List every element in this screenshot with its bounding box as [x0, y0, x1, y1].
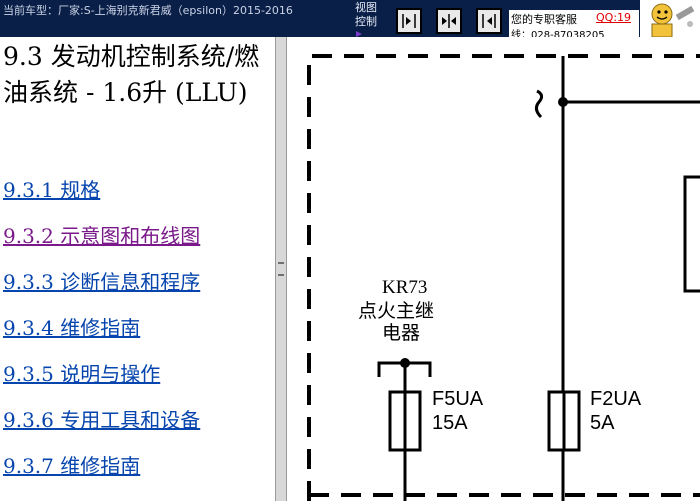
split-view-icon [442, 14, 456, 28]
module-boundary [307, 54, 700, 501]
component-box [683, 175, 700, 293]
fuse-f5ua-id: F5UA [432, 388, 484, 410]
fuse-f2ua-id: F2UA [590, 388, 642, 410]
toc-link-description-operation[interactable]: 9.3.5 说明与操作 [3, 358, 160, 387]
current-vehicle-label: 当前车型：厂家:S-上海别克新君威（epsilon）2015-2016 [3, 4, 293, 17]
toc-link-schematics[interactable]: 9.3.2 示意图和布线图 [3, 220, 200, 249]
fuse-f2ua-rating: 5A [590, 412, 615, 434]
customer-service-label: 您的专职客服 [511, 13, 577, 26]
phone-number: 线：028-87038205 [511, 30, 605, 37]
mascot-icon [640, 0, 700, 37]
relay-name-label-2: 电器 [382, 322, 420, 344]
customer-service-box: 您的专职客服 QQ:19 线：028-87038205 [509, 10, 639, 37]
splitter-grip-icon [278, 262, 284, 276]
pane-splitter[interactable] [275, 37, 287, 501]
nav-next-button[interactable] [476, 8, 502, 34]
fuse-f5ua-rating: 15A [432, 412, 468, 434]
wiring-diagram: KR73 点火主继 电器 F5UA 15A F2UA 5A [287, 37, 700, 501]
toc-link-repair-guide[interactable]: 9.3.4 维修指南 [3, 312, 140, 341]
toc-link-diagnostics[interactable]: 9.3.3 诊断信息和程序 [3, 266, 200, 295]
expand-right-icon [402, 14, 416, 28]
splice-dot [558, 97, 568, 107]
toc-link-special-tools[interactable]: 9.3.6 专用工具和设备 [3, 404, 200, 433]
top-bar: 当前车型：厂家:S-上海别克新君威（epsilon）2015-2016 视图控制… [0, 0, 700, 37]
toc-link-repair-guide-2[interactable]: 9.3.7 维修指南 [3, 450, 140, 479]
view-control-label: 视图控制 [355, 1, 377, 28]
page-title: 9.3 发动机控制系统/燃油系统 - 1.6升 (LLU) [3, 42, 260, 107]
toc-link-specifications[interactable]: 9.3.1 规格 [3, 174, 100, 203]
toc-pane: 9.3 发动机控制系统/燃油系统 - 1.6升 (LLU) 9.3.1 规格 9… [0, 37, 275, 501]
relay-id-label: KR73 [382, 277, 427, 298]
relay-name-label: 点火主继 [358, 300, 434, 322]
expand-left-icon [482, 14, 496, 28]
nav-prev-button[interactable] [396, 8, 422, 34]
wire-crossover [534, 89, 544, 119]
nav-split-button[interactable] [436, 8, 462, 34]
qq-link[interactable]: QQ:19 [596, 11, 631, 24]
